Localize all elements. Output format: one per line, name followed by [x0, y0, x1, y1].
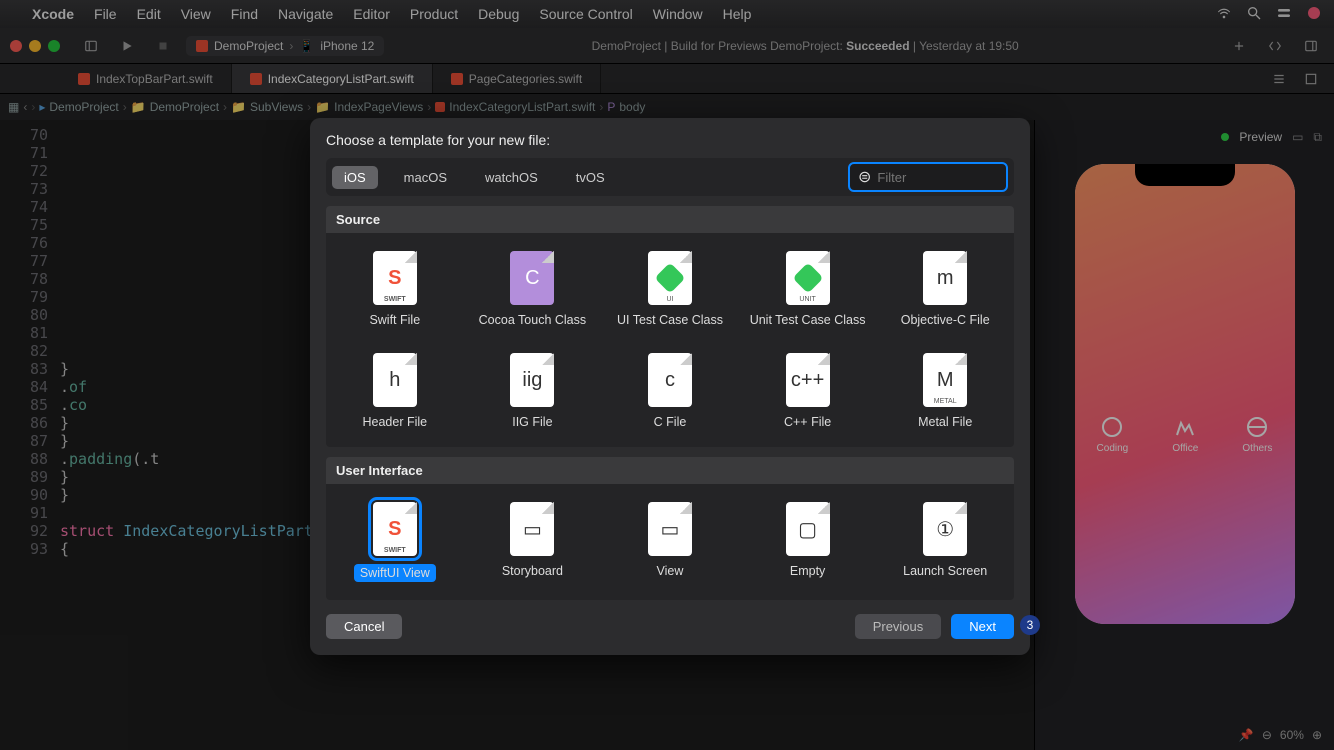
filter-input[interactable] — [877, 170, 998, 185]
template-empty[interactable]: ▢Empty — [739, 498, 877, 586]
section-source: Source — [326, 206, 1014, 233]
next-button[interactable]: Next — [951, 614, 1014, 639]
template-ui-test-case-class[interactable]: UIUI Test Case Class — [601, 247, 739, 331]
template-launch-screen[interactable]: ①Launch Screen — [876, 498, 1014, 586]
dialog-title: Choose a template for your new file: — [326, 132, 1014, 148]
platform-macos[interactable]: macOS — [392, 166, 459, 189]
tutorial-step-badge: 3 — [1020, 615, 1040, 635]
template-storyboard[interactable]: ▭Storyboard — [464, 498, 602, 586]
platform-tvos[interactable]: tvOS — [564, 166, 617, 189]
template-header-file[interactable]: hHeader File — [326, 349, 464, 433]
template-view[interactable]: ▭View — [601, 498, 739, 586]
template-unit-test-case-class[interactable]: UNITUnit Test Case Class — [739, 247, 877, 331]
template-swift-file[interactable]: SSWIFTSwift File — [326, 247, 464, 331]
template-iig-file[interactable]: iigIIG File — [464, 349, 602, 433]
template-objective-c-file[interactable]: mObjective-C File — [876, 247, 1014, 331]
new-file-dialog: Choose a template for your new file: iOS… — [310, 118, 1030, 655]
platform-tabs: iOS macOS watchOS tvOS ⊜ — [326, 158, 1014, 196]
previous-button[interactable]: Previous — [855, 614, 942, 639]
filter-field[interactable]: ⊜ — [848, 162, 1008, 192]
platform-watchos[interactable]: watchOS — [473, 166, 550, 189]
filter-icon: ⊜ — [858, 167, 871, 187]
template-swiftui-view[interactable]: SSWIFTSwiftUI View — [326, 498, 464, 586]
template-c-file[interactable]: cC File — [601, 349, 739, 433]
section-ui: User Interface — [326, 457, 1014, 484]
cancel-button[interactable]: Cancel — [326, 614, 402, 639]
template-cocoa-touch-class[interactable]: CCocoa Touch Class — [464, 247, 602, 331]
template-metal-file[interactable]: MMETALMetal File — [876, 349, 1014, 433]
template-c-file[interactable]: c++C++ File — [739, 349, 877, 433]
platform-ios[interactable]: iOS — [332, 166, 378, 189]
